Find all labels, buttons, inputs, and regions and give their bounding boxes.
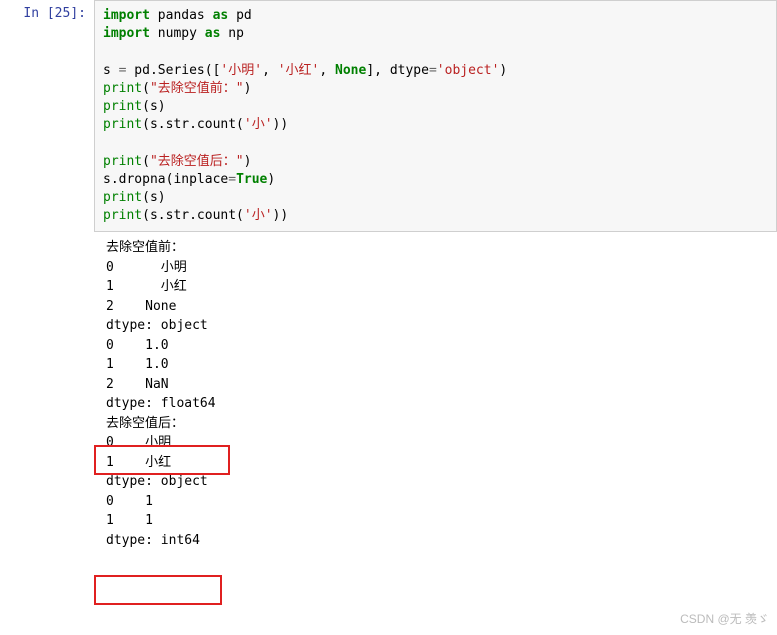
output-line: 2 NaN <box>106 377 169 392</box>
code-text: ( <box>142 81 150 96</box>
code-text: ) <box>267 172 275 187</box>
string-literal: '小明' <box>220 63 262 78</box>
code-text: pd <box>228 8 251 23</box>
code-output-area: 去除空值前： 0 小明 1 小红 2 None dtype: object 0 … <box>94 232 777 556</box>
code-text: ( <box>142 154 150 169</box>
output-line: dtype: object <box>106 318 208 333</box>
output-cell: 去除空值前： 0 小明 1 小红 2 None dtype: object 0 … <box>0 232 777 556</box>
code-text: np <box>220 26 243 41</box>
none-literal: None <box>335 63 366 78</box>
code-text: numpy <box>150 26 205 41</box>
string-literal: "去除空值后：" <box>150 154 244 169</box>
output-line: dtype: int64 <box>106 533 200 548</box>
op-eq: = <box>429 63 437 78</box>
code-text: ) <box>244 81 252 96</box>
output-line: 0 小明 <box>106 260 187 275</box>
code-text: pd.Series([ <box>126 63 220 78</box>
keyword-import: import <box>103 26 150 41</box>
code-text: , <box>319 63 335 78</box>
keyword-as: as <box>213 8 229 23</box>
code-text: )) <box>273 208 289 223</box>
code-input-area[interactable]: import pandas as pd import numpy as np s… <box>94 0 777 232</box>
string-literal: '小红' <box>278 63 320 78</box>
output-line: 1 1 <box>106 513 153 528</box>
output-line: 2 None <box>106 299 176 314</box>
keyword-as: as <box>205 26 221 41</box>
code-text: pandas <box>150 8 213 23</box>
builtin-print: print <box>103 117 142 132</box>
output-line: dtype: object <box>106 474 208 489</box>
op-eq: = <box>228 172 236 187</box>
string-literal: "去除空值前：" <box>150 81 244 96</box>
code-text: , <box>262 63 278 78</box>
output-line: 去除空值前： <box>106 240 184 255</box>
code-text: ) <box>499 63 507 78</box>
builtin-print: print <box>103 99 142 114</box>
builtin-print: print <box>103 81 142 96</box>
code-text: (s.str.count( <box>142 117 244 132</box>
builtin-print: print <box>103 208 142 223</box>
string-literal: '小' <box>244 117 273 132</box>
builtin-print: print <box>103 190 142 205</box>
output-line: 去除空值后： <box>106 416 184 431</box>
output-line: dtype: float64 <box>106 396 216 411</box>
code-text: s <box>103 63 119 78</box>
output-line: 0 1.0 <box>106 338 169 353</box>
code-text: ) <box>244 154 252 169</box>
output-line: 1 1.0 <box>106 357 169 372</box>
watermark-text: CSDN @无 羡ゞ <box>680 610 769 627</box>
output-line: 1 小红 <box>106 279 187 294</box>
code-text: s.dropna(inplace <box>103 172 228 187</box>
code-text: (s) <box>142 190 165 205</box>
code-text: ], dtype <box>366 63 429 78</box>
input-prompt: In [25]: <box>0 0 94 21</box>
code-text: (s) <box>142 99 165 114</box>
output-line: 0 1 <box>106 494 153 509</box>
keyword-import: import <box>103 8 150 23</box>
highlight-box-int64 <box>94 575 222 605</box>
code-text: )) <box>273 117 289 132</box>
output-line: 1 小红 <box>106 455 171 470</box>
code-text: (s.str.count( <box>142 208 244 223</box>
output-line: 0 小明 <box>106 435 171 450</box>
input-cell: In [25]: import pandas as pd import nump… <box>0 0 777 232</box>
true-literal: True <box>236 172 267 187</box>
string-literal: '小' <box>244 208 273 223</box>
builtin-print: print <box>103 154 142 169</box>
string-literal: 'object' <box>437 63 500 78</box>
